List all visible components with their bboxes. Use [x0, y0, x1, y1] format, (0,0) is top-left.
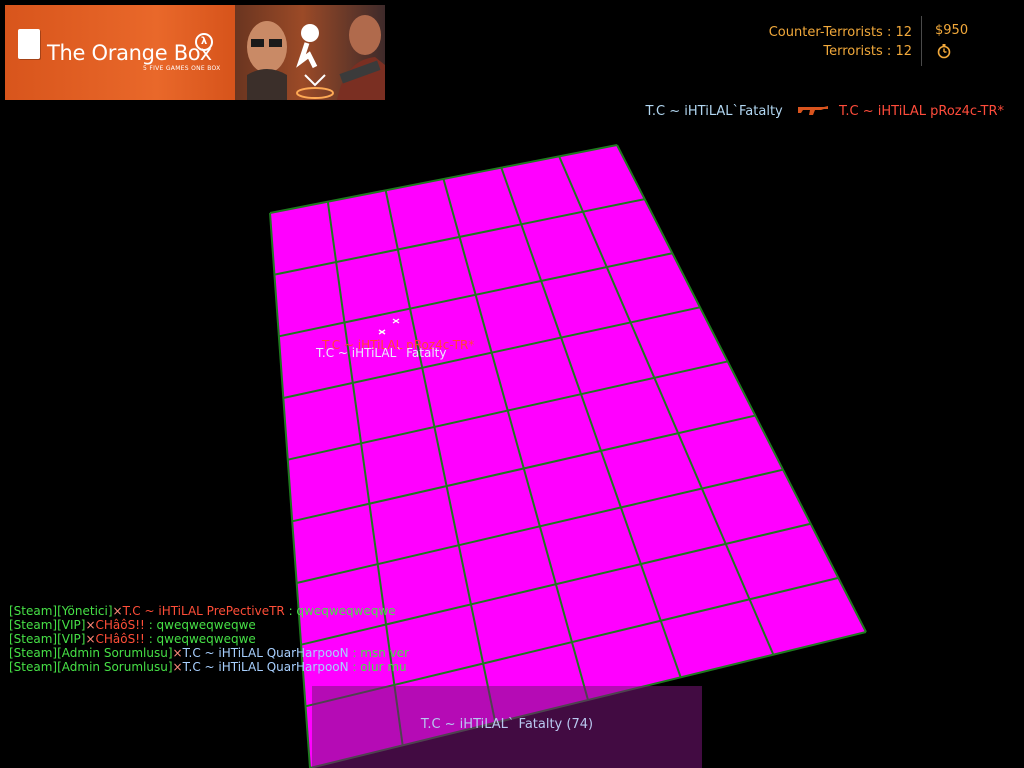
chat-prefix: [Steam][Admin Sorumlusu]: [9, 646, 173, 660]
chat-separator: ×: [172, 646, 183, 660]
chat-message: : qweqweqweqwe: [144, 618, 256, 632]
chat-line: [Steam][Yönetici]×T.C ~ iHTiLAL PrePecti…: [9, 604, 409, 618]
chat-player-name: T.C ~ iHTiLAL PrePectiveTR: [122, 604, 285, 618]
chat-player-name: CHâôS!!: [95, 618, 145, 632]
ct-score: Counter-Terrorists : 12: [768, 25, 912, 40]
chat-prefix: [Steam][VIP]: [9, 618, 86, 632]
chat-line: [Steam][Admin Sorumlusu]×T.C ~ iHTiLAL Q…: [9, 660, 409, 674]
banner-subtitle: 5 FIVE GAMES ONE BOX: [143, 65, 221, 72]
chat-log: [Steam][Yönetici]×T.C ~ iHTiLAL PrePecti…: [9, 604, 409, 674]
chat-player-name: T.C ~ iHTiLAL QuarHarpooN: [182, 660, 349, 674]
team-scores: Counter-Terrorists : 12 Terrorists : 12: [700, 23, 912, 61]
t-score: Terrorists : 12: [823, 44, 912, 59]
banner-title: The Orange Box: [47, 41, 212, 65]
chat-prefix: [Steam][Yönetici]: [9, 604, 113, 618]
half-life-lambda-icon: λ: [195, 33, 213, 51]
stopwatch-icon: [937, 44, 951, 59]
orange-box-banner: The Orange Box λ 5 FIVE GAMES ONE BOX: [5, 5, 385, 100]
magenta-floor-grid: [269, 144, 867, 768]
killfeed-entry: T.C ~ iHTiLAL`Fatalty T.C ~ iHTiLAL pRoz…: [646, 104, 1004, 119]
spectator-bar: T.C ~ iHTiLAL` Fatalty (74): [312, 686, 702, 768]
killfeed-attacker: T.C ~ iHTiLAL`Fatalty: [645, 104, 783, 119]
chat-separator: ×: [85, 618, 96, 632]
chat-separator: ×: [85, 632, 96, 646]
chat-message: : olur mu: [348, 660, 407, 674]
chat-message: : qweqweqweqwe: [144, 632, 256, 646]
killfeed-victim: T.C ~ iHTiLAL pRoz4c-TR*: [839, 104, 1004, 119]
orange-box-logo-icon: [18, 29, 40, 59]
chat-separator: ×: [172, 660, 183, 674]
hud-divider: [921, 16, 922, 66]
chat-prefix: [Steam][Admin Sorumlusu]: [9, 660, 173, 674]
chat-player-name: CHâôS!!: [95, 632, 145, 646]
spectated-player-name: T.C ~ iHTiLAL` Fatalty (74): [420, 717, 594, 732]
chat-player-name: T.C ~ iHTiLAL QuarHarpooN: [182, 646, 349, 660]
player-name-tag-ally: T.C ~ iHTiLAL` Fatalty: [316, 346, 447, 360]
chat-separator: ×: [112, 604, 123, 618]
chat-message: : qweqweqweqwe: [284, 604, 396, 618]
banner-characters-art: [235, 5, 385, 100]
chat-line: [Steam][VIP]×CHâôS!! : qweqweqweqwe: [9, 618, 409, 632]
chat-message: : msn ver: [348, 646, 410, 660]
characters-illustration: [247, 15, 385, 100]
money-display: $950: [935, 23, 969, 38]
chat-line: [Steam][Admin Sorumlusu]×T.C ~ iHTiLAL Q…: [9, 646, 409, 660]
rifle-icon: [797, 106, 828, 115]
chat-line: [Steam][VIP]×CHâôS!! : qweqweqweqwe: [9, 632, 409, 646]
chat-prefix: [Steam][VIP]: [9, 632, 86, 646]
